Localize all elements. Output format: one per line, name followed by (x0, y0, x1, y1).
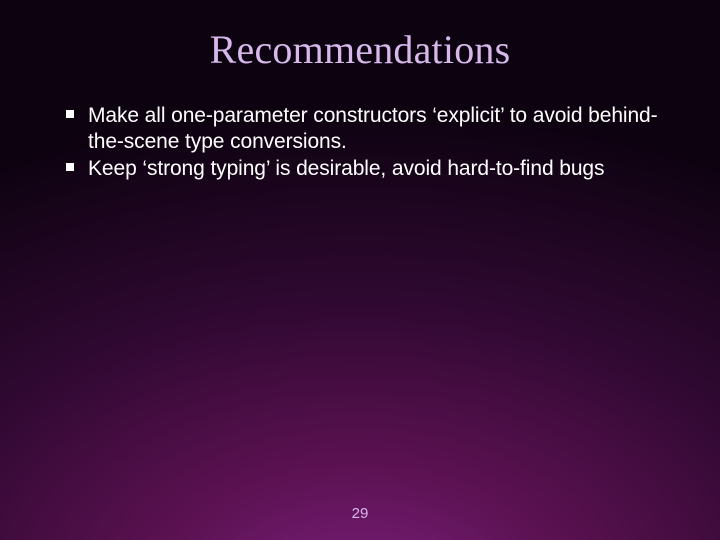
list-item: Make all one-parameter constructors ‘exp… (60, 103, 670, 154)
slide: Recommendations Make all one-parameter c… (0, 0, 720, 540)
slide-body: Make all one-parameter constructors ‘exp… (0, 73, 720, 182)
slide-title: Recommendations (0, 0, 720, 73)
bullet-list: Make all one-parameter constructors ‘exp… (60, 103, 670, 182)
list-item: Keep ‘strong typing’ is desirable, avoid… (60, 156, 670, 182)
page-number: 29 (0, 505, 720, 522)
